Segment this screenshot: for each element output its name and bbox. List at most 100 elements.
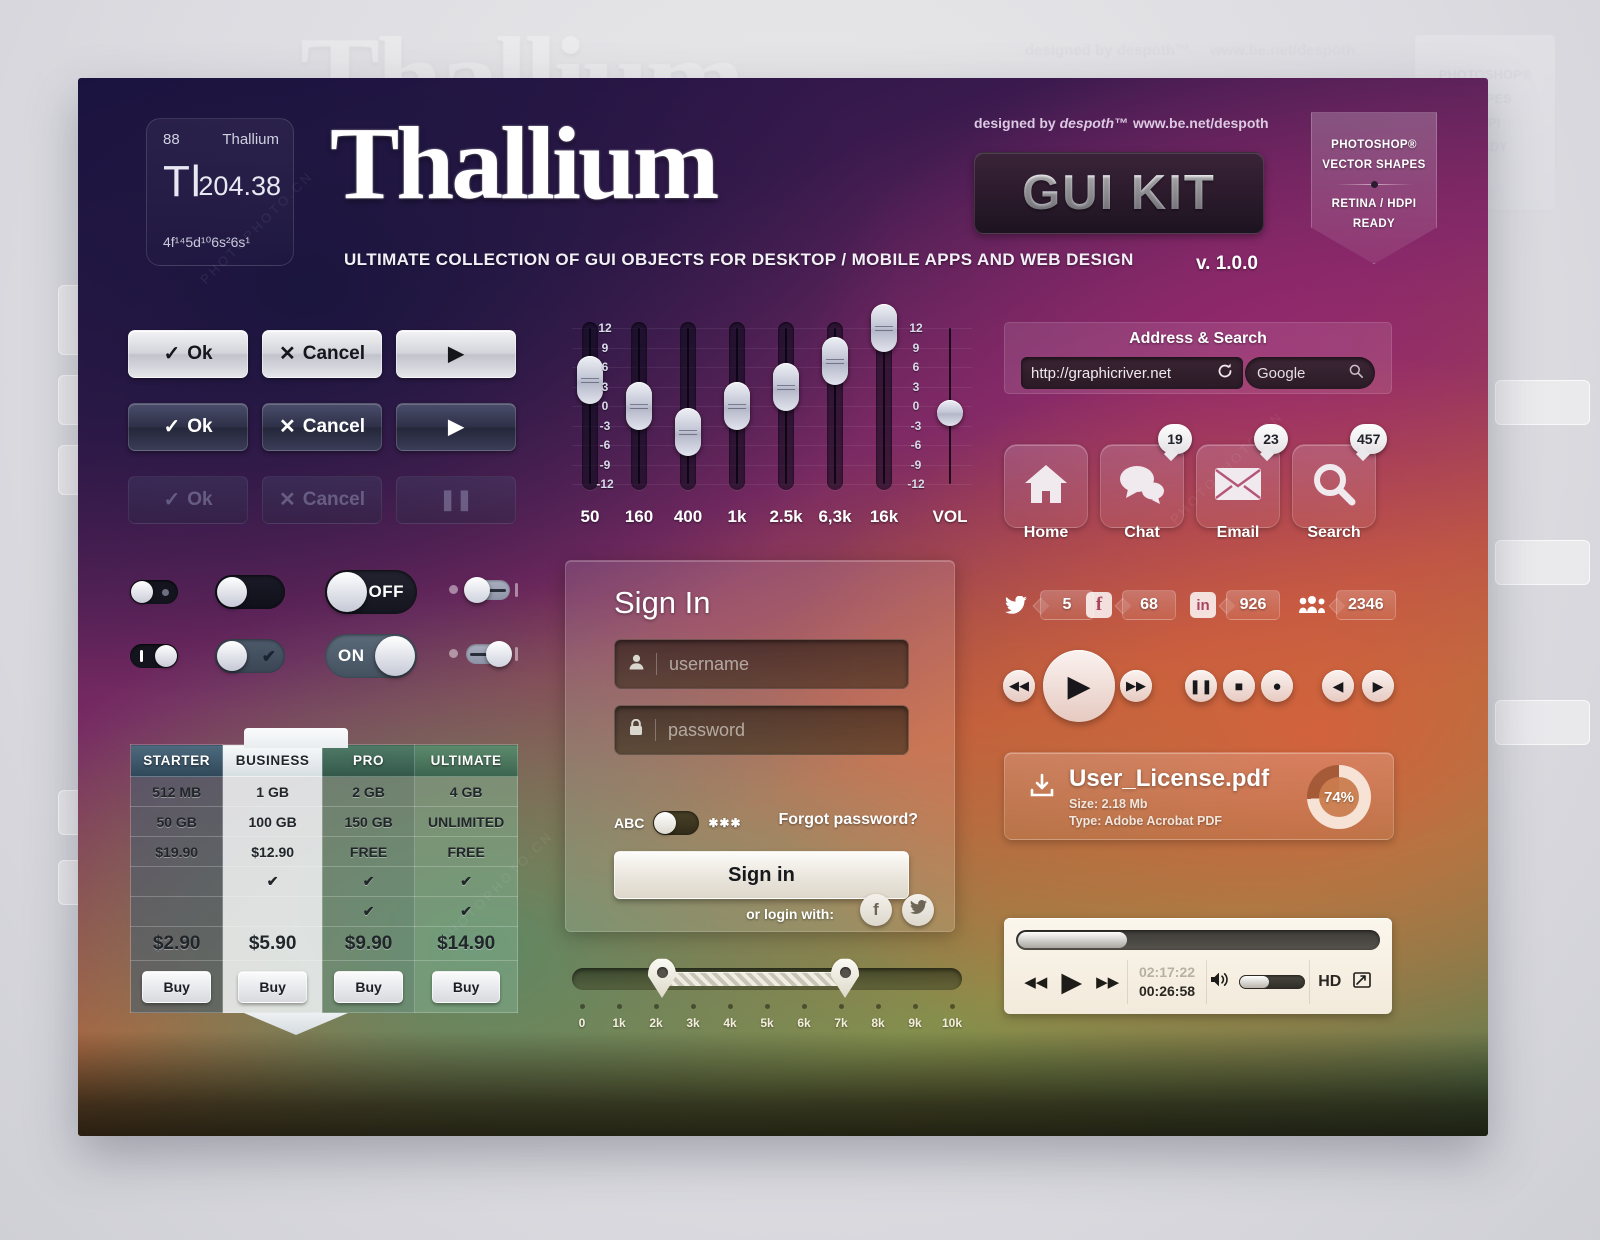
element-number: 88 xyxy=(163,131,180,148)
play-button-light[interactable]: ▶ xyxy=(396,330,516,378)
table-cell xyxy=(222,896,323,927)
social-counter-myspace[interactable]: 2346 xyxy=(1298,590,1396,620)
record-button[interactable]: ● xyxy=(1261,670,1293,702)
cancel-button-dark[interactable]: ✕ Cancel xyxy=(262,403,382,451)
cancel-label: Cancel xyxy=(302,416,366,437)
equalizer-knob[interactable] xyxy=(724,382,750,430)
ps-badge-line3: RETINA / HDPI xyxy=(1331,198,1417,210)
volume-icon[interactable] xyxy=(1210,971,1230,993)
range-track[interactable] xyxy=(572,958,962,998)
toggle-slim-left[interactable] xyxy=(464,577,510,603)
social-counter-facebook[interactable]: f 68 xyxy=(1086,590,1176,620)
email-icon xyxy=(1214,467,1262,506)
volume-slider[interactable] xyxy=(1239,975,1306,989)
play-button-large[interactable]: ▶ xyxy=(1043,650,1115,722)
ok-label: Ok xyxy=(187,343,213,364)
stop-button[interactable]: ■ xyxy=(1223,670,1255,702)
left-button[interactable]: ◀ xyxy=(1322,670,1354,702)
pause-button[interactable]: ❚❚ xyxy=(1185,670,1217,702)
toggle-small-on[interactable] xyxy=(130,644,178,668)
toggle-medium-on[interactable]: ✔ xyxy=(215,639,285,673)
social-counter-linkedin[interactable]: in 926 xyxy=(1190,590,1280,620)
equalizer-knob[interactable] xyxy=(675,408,701,456)
volume-knob[interactable] xyxy=(937,400,963,426)
equalizer-band-label: 2.5k xyxy=(769,507,803,526)
equalizer-scale-label: -3 xyxy=(910,418,922,433)
equalizer-scale-label: 0 xyxy=(912,399,920,413)
range-handle-left[interactable] xyxy=(648,958,676,998)
abc-mask-toggle[interactable]: ABC ✱✱✱ xyxy=(614,811,742,835)
search-icon[interactable] xyxy=(1349,364,1363,383)
abc-label: ABC xyxy=(614,815,645,831)
address-search-title: Address & Search xyxy=(1129,330,1267,347)
check-icon: ✓ xyxy=(163,343,181,365)
url-input[interactable]: http://graphicriver.net xyxy=(1021,357,1243,389)
range-tick xyxy=(802,1004,807,1009)
buy-button[interactable]: Buy xyxy=(334,970,403,1003)
twitter-login-button[interactable] xyxy=(902,894,934,926)
pricing-table: STARTER BUSINESS PRO ULTIMATE 512 MB 1 GB 2 GB… xyxy=(129,728,518,1035)
range-tick-label: 1k xyxy=(612,1016,626,1030)
ok-label: Ok xyxy=(187,489,213,510)
fullscreen-icon[interactable] xyxy=(1353,971,1372,993)
tile-home[interactable] xyxy=(1004,444,1088,528)
volume-fill xyxy=(1240,976,1270,988)
buy-cell: Buy xyxy=(129,960,224,1013)
check-icon: ✓ xyxy=(163,489,181,511)
facebook-login-button[interactable]: f xyxy=(860,894,892,926)
table-cell: 50 GB xyxy=(129,806,224,837)
video-seek-bar[interactable] xyxy=(1016,930,1380,950)
equalizer-knob[interactable] xyxy=(822,337,848,385)
search-input[interactable]: Google xyxy=(1245,357,1375,389)
table-row: $19.90 $12.90 FREE FREE xyxy=(129,836,518,867)
signin-submit-button[interactable]: Sign in xyxy=(614,851,909,899)
buy-button[interactable]: Buy xyxy=(142,970,211,1003)
pause-button-disabled: ❚❚ xyxy=(396,476,516,524)
element-name: Thallium xyxy=(222,131,279,148)
ok-button-light[interactable]: ✓ Ok xyxy=(128,330,248,378)
video-rewind-button[interactable]: ◀◀ xyxy=(1024,973,1047,991)
field-caret xyxy=(656,653,657,675)
right-button[interactable]: ▶ xyxy=(1362,670,1394,702)
next-button[interactable]: ▶▶ xyxy=(1120,670,1152,702)
designer-url[interactable]: www.be.net/despoth xyxy=(1133,115,1269,131)
equalizer-knob[interactable] xyxy=(626,382,652,430)
equalizer-scale-label: -6 xyxy=(599,438,611,452)
prev-button[interactable]: ◀◀ xyxy=(1003,670,1035,702)
or-login-with-label: or login with: xyxy=(746,906,834,922)
toggle-slim-right[interactable] xyxy=(466,641,512,667)
toggle-small-off[interactable] xyxy=(130,580,178,604)
username-field[interactable]: username xyxy=(614,639,909,689)
element-config: 4f¹⁴5d¹⁰6s²6s¹ xyxy=(163,234,251,250)
equalizer-knob[interactable] xyxy=(871,304,897,352)
range-tick xyxy=(876,1004,881,1009)
password-field[interactable]: password xyxy=(614,705,909,755)
forgot-password-link[interactable]: Forgot password? xyxy=(778,811,918,829)
page-title: Thallium xyxy=(330,106,719,221)
download-size: Size: 2.18 Mb xyxy=(1069,797,1148,811)
video-forward-button[interactable]: ▶▶ xyxy=(1096,973,1119,991)
password-placeholder: password xyxy=(668,719,746,740)
toggle-large-on[interactable]: ON xyxy=(325,634,417,678)
mask-switch[interactable] xyxy=(653,811,700,835)
lock-icon xyxy=(629,718,643,741)
range-handle-right[interactable] xyxy=(831,958,859,998)
video-play-button[interactable]: ▶ xyxy=(1061,967,1082,998)
ok-button-dark[interactable]: ✓ Ok xyxy=(128,403,248,451)
equalizer-knob[interactable] xyxy=(773,363,799,411)
toggle-medium-off[interactable] xyxy=(215,575,285,609)
hd-toggle[interactable]: HD xyxy=(1318,973,1341,991)
range-tick-label: 7k xyxy=(834,1016,848,1030)
buy-button[interactable]: Buy xyxy=(431,970,501,1003)
range-tick xyxy=(691,1004,696,1009)
buy-button[interactable]: Buy xyxy=(238,970,307,1003)
search-engine-label: Google xyxy=(1257,364,1306,382)
range-slider: 0 1k 2k 3k 4k 5k 6k 7k 8k 9k 10k xyxy=(572,958,962,1034)
cancel-button-light[interactable]: ✕ Cancel xyxy=(262,330,382,378)
social-counter-twitter[interactable]: 5 xyxy=(1002,590,1094,620)
reload-icon[interactable] xyxy=(1217,363,1233,384)
toggle-large-off[interactable]: OFF xyxy=(325,570,417,614)
play-button-dark[interactable]: ▶ xyxy=(396,403,516,451)
cancel-button-disabled: ✕ Cancel xyxy=(262,476,382,524)
table-cell: 150 GB xyxy=(321,806,416,837)
